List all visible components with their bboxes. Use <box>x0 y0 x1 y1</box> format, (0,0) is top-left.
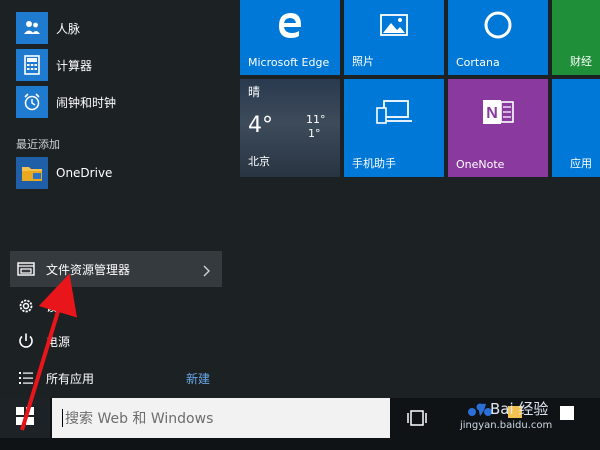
people-icon <box>16 12 48 44</box>
tile-label-onenote: OneNote <box>456 158 505 171</box>
power-icon <box>16 331 36 351</box>
tile-onenote[interactable]: N OneNote <box>448 79 548 177</box>
tile-cortana[interactable]: Cortana <box>448 0 548 75</box>
app-label-calculator: 计算器 <box>56 58 93 73</box>
calculator-icon <box>16 49 48 81</box>
gear-icon <box>16 296 36 316</box>
tile-photos[interactable]: 照片 <box>344 0 444 75</box>
alarm-clock-icon <box>16 86 48 118</box>
tile-label-cortana: Cortana <box>456 56 500 69</box>
baidu-watermark: Bai 经验 jingyan.baidu.com <box>460 398 600 438</box>
app-item-alarms[interactable]: 闹钟和时钟 <box>16 86 116 118</box>
file-explorer-item[interactable]: 文件资源管理器 <box>10 251 222 287</box>
weather-high: 11° <box>306 113 326 126</box>
tile-label-store: 应用 <box>570 157 592 170</box>
file-explorer-label: 文件资源管理器 <box>46 262 131 277</box>
svg-text:N: N <box>486 105 498 122</box>
app-label-onedrive: OneDrive <box>56 166 113 180</box>
settings-label: 设置 <box>46 299 71 314</box>
app-item-calculator[interactable]: 计算器 <box>16 49 92 81</box>
start-left-column: 人脉 计算器 闹钟和时钟 最近添加 OneDrive 文件资源管理器 设置 电源… <box>0 0 230 398</box>
file-explorer-icon <box>16 259 36 279</box>
app-label-people: 人脉 <box>56 21 81 36</box>
recently-added-heading: 最近添加 <box>16 138 60 151</box>
app-label-alarms: 闹钟和时钟 <box>56 95 117 110</box>
all-apps-icon <box>16 368 36 388</box>
app-item-onedrive[interactable]: OneDrive <box>16 157 112 189</box>
weather-low: 1° <box>308 127 321 140</box>
tile-finance[interactable]: 财经 <box>552 0 600 75</box>
tile-label-phone: 手机助手 <box>352 157 396 170</box>
new-label[interactable]: 新建 <box>186 370 210 387</box>
task-view-icon[interactable] <box>406 408 428 432</box>
phone-laptop-icon <box>374 98 414 130</box>
search-input[interactable]: 搜索 Web 和 Windows <box>52 398 390 438</box>
tile-label-edge: Microsoft Edge <box>248 56 330 69</box>
settings-item[interactable]: 设置 <box>10 292 70 320</box>
text-caret <box>62 409 63 427</box>
tile-weather[interactable]: 晴 4° 11° 1° 北京 <box>240 79 340 177</box>
watermark-url: jingyan.baidu.com <box>460 420 553 431</box>
power-label: 电源 <box>46 334 71 349</box>
tile-label-finance: 财经 <box>570 55 592 68</box>
start-menu: 人脉 计算器 闹钟和时钟 最近添加 OneDrive 文件资源管理器 设置 电源… <box>0 0 600 398</box>
weather-temperature: 4° <box>248 113 273 138</box>
watermark-brand: Bai 经验 <box>490 400 549 418</box>
windows-logo-icon <box>16 407 34 429</box>
photos-icon <box>379 13 409 41</box>
weather-city: 北京 <box>248 155 270 168</box>
all-apps-label: 所有应用 <box>46 371 95 386</box>
power-item[interactable]: 电源 <box>10 327 70 355</box>
tile-store[interactable]: 应用 <box>552 79 600 177</box>
all-apps-item[interactable]: 所有应用 <box>10 364 94 392</box>
weather-condition: 晴 <box>248 85 261 99</box>
tile-label-photos: 照片 <box>352 55 374 68</box>
onenote-icon: N <box>481 96 515 132</box>
chevron-right-icon[interactable] <box>202 262 210 281</box>
onedrive-folder-icon <box>16 157 48 189</box>
search-placeholder: 搜索 Web 和 Windows <box>65 411 214 427</box>
start-button[interactable] <box>0 398 50 438</box>
edge-icon <box>275 10 305 44</box>
cortana-icon <box>482 9 514 45</box>
tile-phone-companion[interactable]: 手机助手 <box>344 79 444 177</box>
app-item-people[interactable]: 人脉 <box>16 12 80 44</box>
tile-microsoft-edge[interactable]: Microsoft Edge <box>240 0 340 75</box>
